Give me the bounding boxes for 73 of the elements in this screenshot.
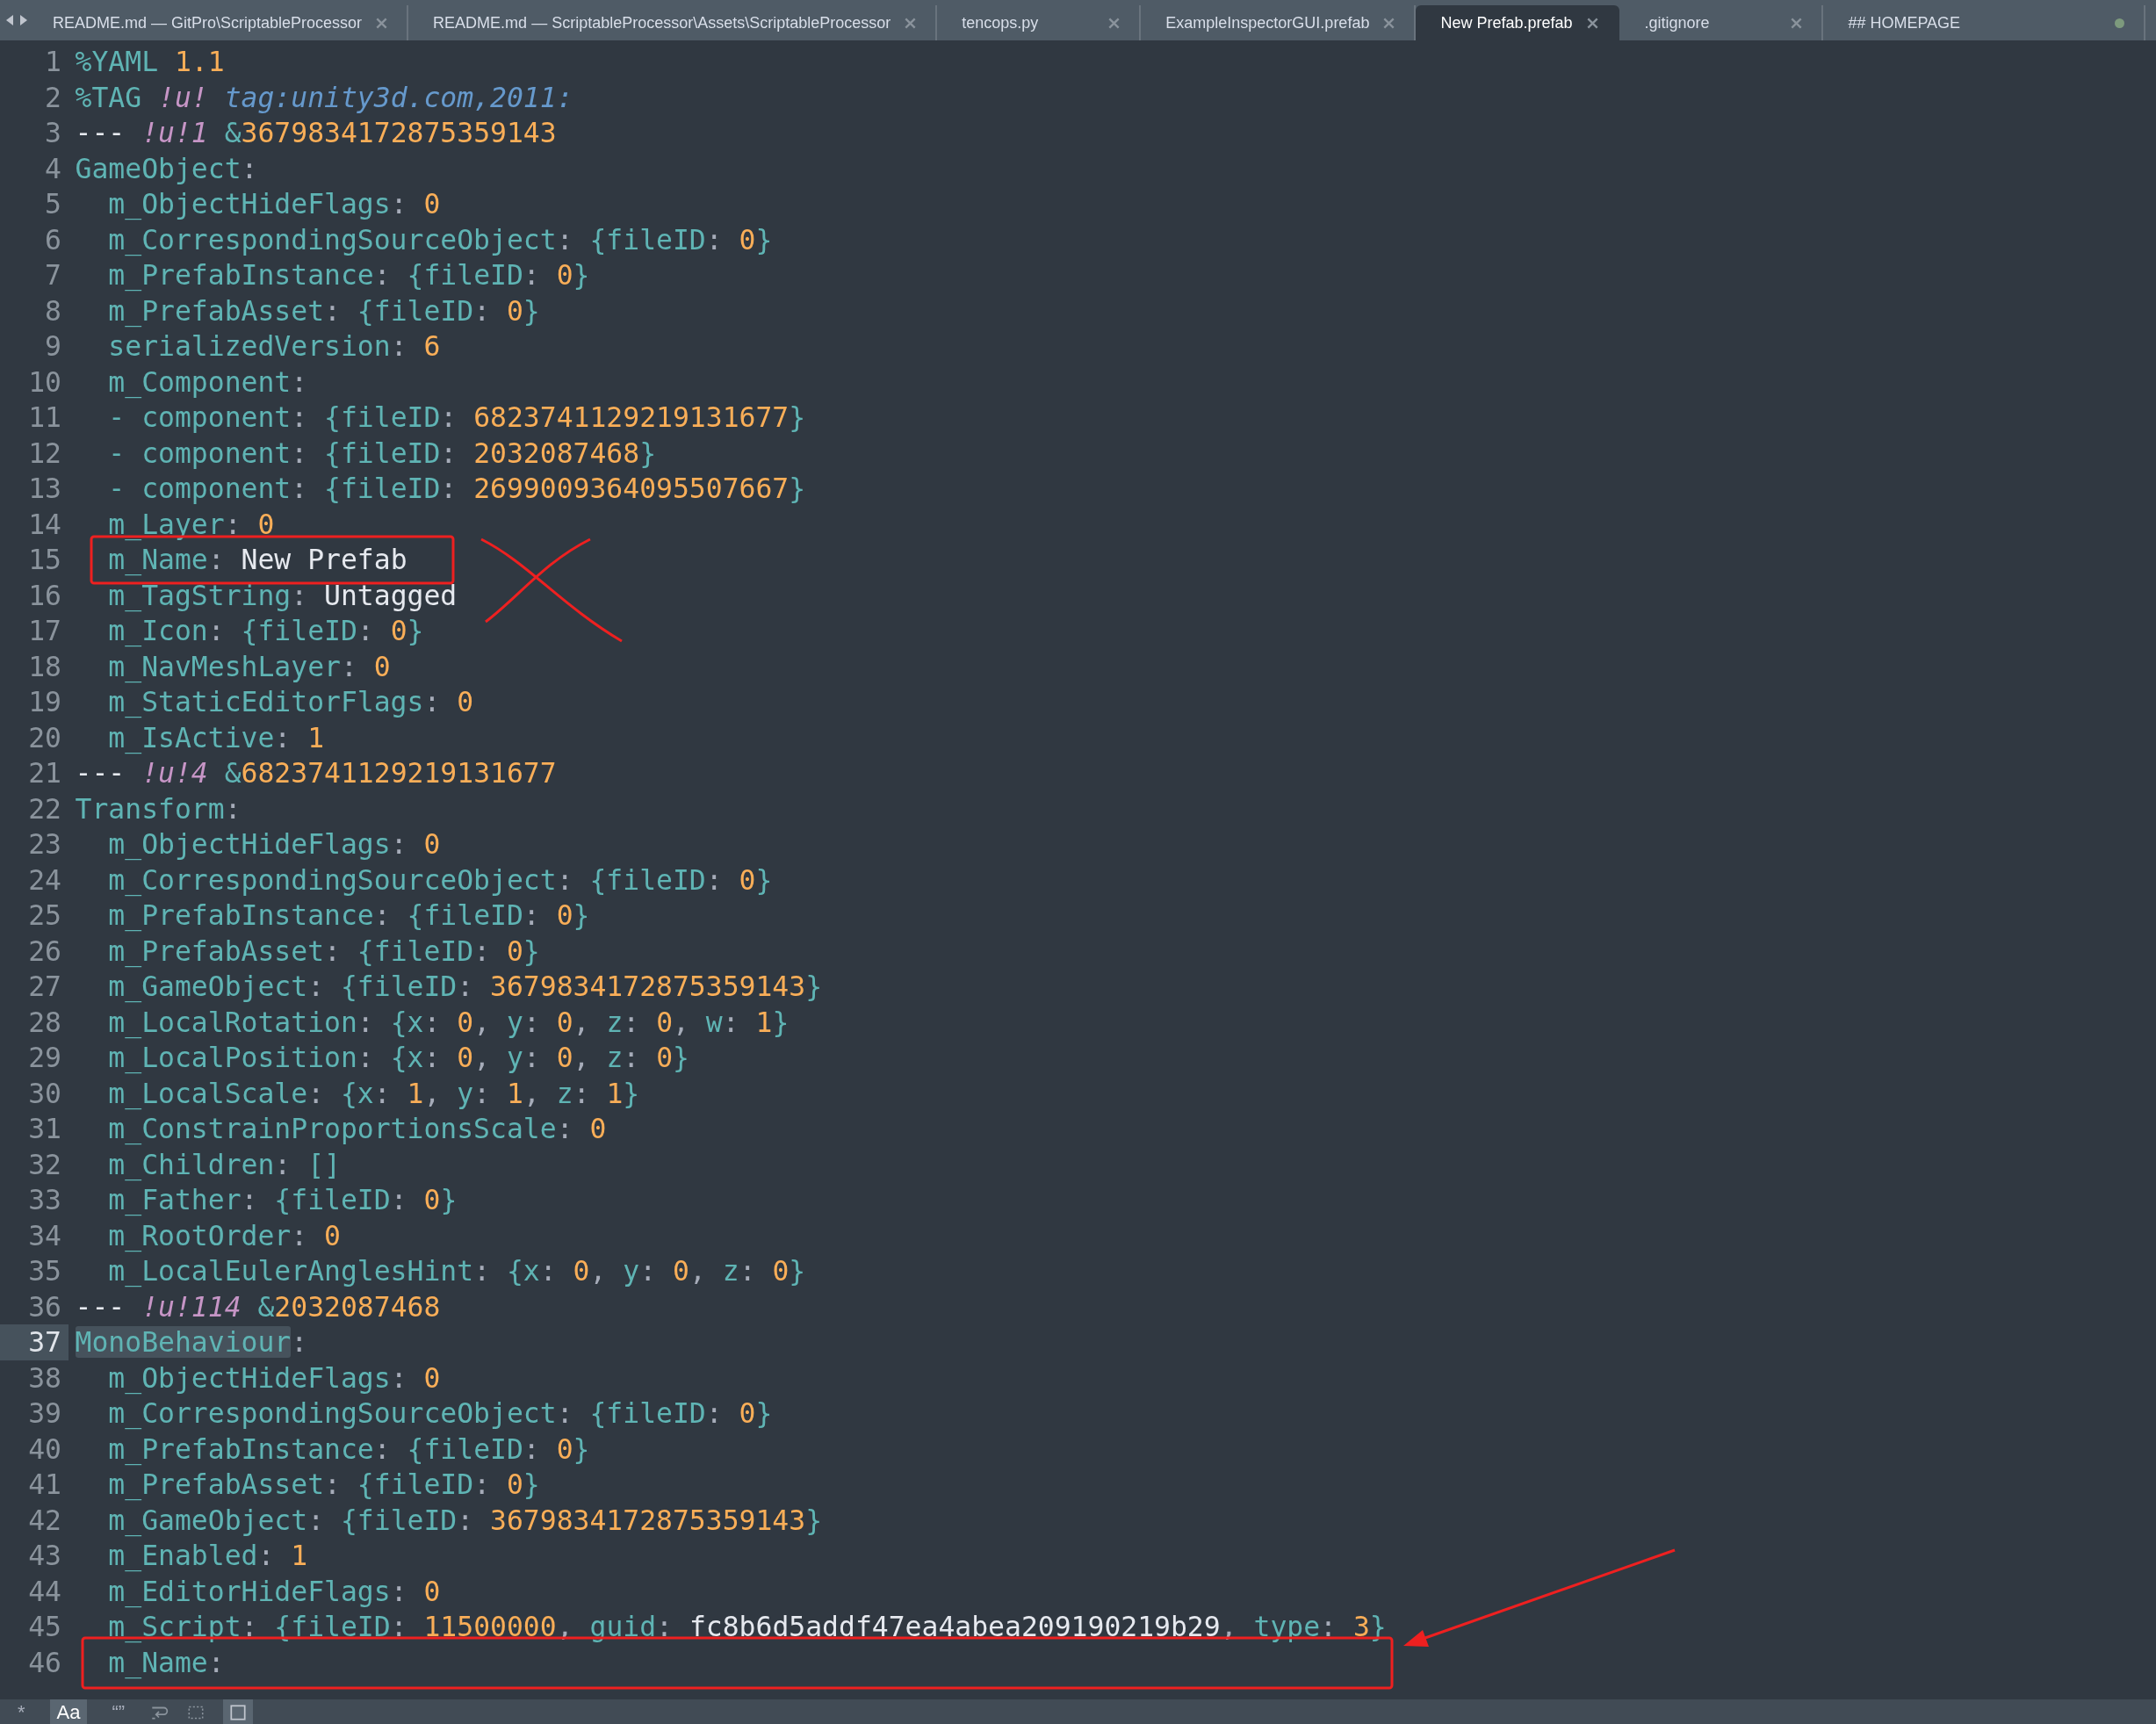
code-line: - component: {fileID: 6823741129219131677} xyxy=(108,404,806,431)
line-number: 6 xyxy=(44,222,62,257)
line-number: 44 xyxy=(27,1574,62,1609)
close-icon[interactable] xyxy=(1587,17,1599,29)
tab[interactable]: README.md — ScriptableProcessor\Assets\ScriptableProcessor xyxy=(408,5,938,40)
line-number: 13 xyxy=(27,472,62,507)
line-number: 40 xyxy=(27,1432,62,1467)
line-number: 45 xyxy=(27,1610,62,1645)
line-number: 29 xyxy=(27,1041,62,1076)
tab[interactable]: README.md — GitPro\ScriptableProcessor xyxy=(28,5,409,40)
code-line: serializedVersion: 6 xyxy=(108,333,441,360)
line-number: 20 xyxy=(27,720,62,755)
line-number: 12 xyxy=(27,436,62,471)
line-number: 18 xyxy=(27,649,62,684)
close-icon[interactable] xyxy=(1383,17,1395,29)
line-number: 11 xyxy=(27,400,62,436)
code-line: - component: {fileID: 2699009364095507667} xyxy=(108,475,806,502)
line-number: 14 xyxy=(27,507,62,542)
close-icon[interactable] xyxy=(1791,17,1803,29)
code-line: %YAML 1.1 xyxy=(75,48,225,76)
line-number: 22 xyxy=(27,791,62,826)
line-number: 7 xyxy=(44,258,62,293)
line-number: 25 xyxy=(27,898,62,934)
line-number: 30 xyxy=(27,1076,62,1111)
line-number: 17 xyxy=(27,614,62,649)
line-number: 10 xyxy=(27,364,62,400)
line-number: 39 xyxy=(27,1396,62,1432)
line-number: 2 xyxy=(44,80,62,115)
line-number: 35 xyxy=(27,1254,62,1289)
line-number: 37 xyxy=(0,1324,69,1360)
line-number: 36 xyxy=(27,1289,62,1324)
code-line: Transform: xyxy=(75,795,242,822)
line-number: 19 xyxy=(27,685,62,720)
line-number: 1 xyxy=(44,45,62,80)
line-number: 38 xyxy=(27,1360,62,1396)
line-number: 3 xyxy=(44,116,62,151)
square-icon xyxy=(228,1703,249,1722)
line-number: 4 xyxy=(44,151,62,186)
tab[interactable]: .gitignore xyxy=(1619,5,1824,40)
close-icon[interactable] xyxy=(1108,17,1121,29)
find-option-toggle[interactable]: “” xyxy=(105,1699,133,1724)
line-number: 8 xyxy=(44,293,62,328)
close-icon[interactable] xyxy=(376,17,388,29)
forward-icon[interactable] xyxy=(19,14,28,26)
find-option-toggle[interactable]: Aa xyxy=(49,1699,88,1724)
line-number: 5 xyxy=(44,187,62,222)
code-line: --- !u!114 &2032087468 xyxy=(75,1293,441,1320)
line-number: 32 xyxy=(27,1147,62,1182)
code-line: --- !u!4 &6823741129219131677 xyxy=(75,760,557,787)
line-number: 26 xyxy=(27,934,62,969)
line-number: 31 xyxy=(27,1112,62,1147)
line-number: 21 xyxy=(27,756,62,791)
tab[interactable]: tencops.py xyxy=(937,5,1142,40)
back-icon[interactable] xyxy=(5,14,14,26)
line-number: 42 xyxy=(27,1503,62,1538)
find-option-toggle[interactable]: * xyxy=(11,1699,32,1724)
code-line: --- !u!1 &3679834172875359143 xyxy=(75,119,557,147)
line-number: 33 xyxy=(27,1183,62,1218)
tab[interactable]: ## HOMEPAGE xyxy=(1823,5,2146,40)
line-number: 15 xyxy=(27,543,62,578)
line-number: 27 xyxy=(27,970,62,1005)
line-number: 46 xyxy=(27,1645,62,1680)
line-number: 28 xyxy=(27,1005,62,1040)
line-number: 43 xyxy=(27,1539,62,1574)
line-number: 23 xyxy=(27,827,62,862)
line-number: 9 xyxy=(44,329,62,364)
tab[interactable]: New Prefab.prefab xyxy=(1416,5,1620,40)
close-icon[interactable] xyxy=(905,17,917,29)
highlight-toggle[interactable] xyxy=(223,1699,254,1724)
line-number: 16 xyxy=(27,578,62,613)
line-number: 24 xyxy=(27,862,62,898)
line-number: 41 xyxy=(27,1468,62,1503)
line-number: 34 xyxy=(27,1218,62,1253)
